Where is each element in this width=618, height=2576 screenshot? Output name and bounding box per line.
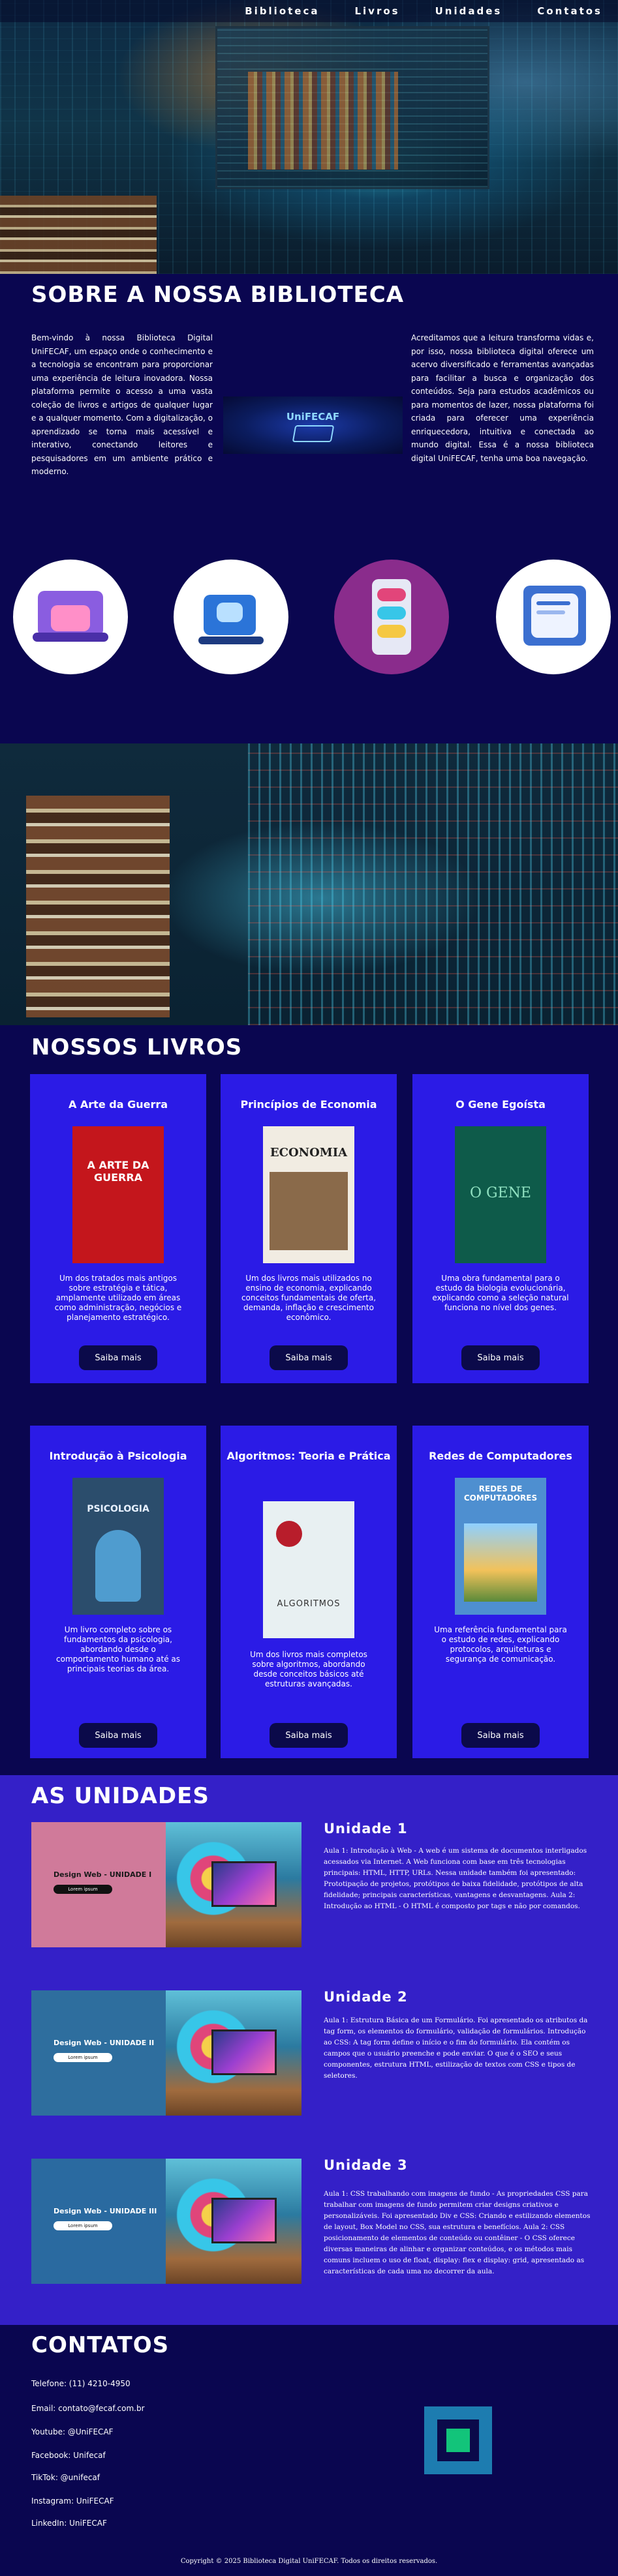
- book-title: Algoritmos: Teoria e Prática: [226, 1450, 391, 1462]
- unit-description: Aula 1: CSS trabalhando com imagens de f…: [324, 2190, 591, 2275]
- footer-copyright: Copyright © 2025 Biblioteca Digital UniF…: [180, 2558, 438, 2565]
- unifecaf-logo: UniFECAF: [223, 397, 403, 454]
- illustration-online-study: [174, 560, 288, 674]
- book-description: Um dos livros mais completos sobre algor…: [250, 1650, 367, 1688]
- book-card: Princípios de Economia ECONOMIA Um dos l…: [221, 1074, 397, 1383]
- book-description: Um dos tratados mais antigos sobre estra…: [54, 1274, 182, 1322]
- unit-title: Unidade 3: [324, 2157, 408, 2173]
- saiba-mais-button[interactable]: Saiba mais: [461, 1345, 540, 1370]
- library-data-banner: [0, 743, 618, 1025]
- contact-phone: Telefone: (11) 4210-4950: [31, 2379, 131, 2388]
- nav-link-contatos[interactable]: Contatos: [537, 5, 602, 17]
- sobre-title: SOBRE A NOSSA BIBLIOTECA: [31, 282, 405, 308]
- unidades-title: AS UNIDADES: [31, 1783, 209, 1809]
- unit-image: Design Web - UNIDADE I Lorem ipsum: [31, 1822, 301, 1947]
- unit-description: Aula 1: Estrutura Básica de um Formulári…: [324, 2016, 588, 2080]
- saiba-mais-button[interactable]: Saiba mais: [79, 1723, 157, 1748]
- unit-image: Design Web - UNIDADE III Lorem ipsum: [31, 2159, 301, 2284]
- nav-link-unidades[interactable]: Unidades: [435, 5, 502, 17]
- unit-title: Unidade 2: [324, 1989, 408, 2005]
- book-card: Redes de Computadores REDES DE COMPUTADO…: [412, 1426, 589, 1758]
- book-title: O Gene Egoísta: [456, 1098, 546, 1111]
- contact-tiktok[interactable]: TikTok: @unifecaf: [31, 2473, 100, 2482]
- nav-link-livros[interactable]: Livros: [354, 5, 399, 17]
- book-card: O Gene Egoísta O GENE Uma obra fundament…: [412, 1074, 589, 1383]
- illustration-reading-laptop: [13, 560, 128, 674]
- book-cover: A ARTE DA GUERRA: [72, 1126, 164, 1263]
- nav-link-biblioteca[interactable]: Biblioteca: [245, 5, 319, 17]
- top-nav: Biblioteca Livros Unidades Contatos: [0, 0, 618, 22]
- livros-title: NOSSOS LIVROS: [31, 1034, 243, 1060]
- book-description: Uma obra fundamental para o estudo da bi…: [432, 1274, 569, 1312]
- sobre-paragraph-left: Bem-vindo à nossa Biblioteca Digital Uni…: [31, 333, 213, 476]
- contatos-title: CONTATOS: [31, 2332, 170, 2358]
- book-title: Redes de Computadores: [429, 1450, 572, 1462]
- book-description: Uma referência fundamental para o estudo…: [434, 1625, 567, 1664]
- book-card: Introdução à Psicologia PSICOLOGIA Um li…: [30, 1426, 206, 1758]
- book-title: Princípios de Economia: [240, 1098, 377, 1111]
- saiba-mais-button[interactable]: Saiba mais: [79, 1345, 157, 1370]
- contact-youtube[interactable]: Youtube: @UniFECAF: [31, 2427, 114, 2436]
- book-title: A Arte da Guerra: [68, 1098, 168, 1111]
- book-description: Um dos livros mais utilizados no ensino …: [241, 1274, 377, 1322]
- hero-banner: [0, 0, 618, 274]
- contact-email[interactable]: Email: contato@fecaf.com.br: [31, 2404, 145, 2413]
- book-card: Algoritmos: Teoria e Prática ALGORITMOS …: [221, 1426, 397, 1758]
- contact-linkedin[interactable]: LinkedIn: UniFECAF: [31, 2519, 107, 2528]
- unit-image: Design Web - UNIDADE II Lorem ipsum: [31, 1990, 301, 2116]
- sobre-paragraph-right: Acreditamos que a leitura transforma vid…: [411, 333, 594, 463]
- saiba-mais-button[interactable]: Saiba mais: [270, 1345, 348, 1370]
- illustration-digital-document: [496, 560, 611, 674]
- book-cover: PSICOLOGIA: [72, 1478, 164, 1615]
- unifecaf-square-logo: [424, 2406, 492, 2474]
- unit-description: Aula 1: Introdução à Web - A web é um si…: [324, 1847, 587, 1910]
- unit-title: Unidade 1: [324, 1821, 408, 1836]
- saiba-mais-button[interactable]: Saiba mais: [270, 1723, 348, 1748]
- book-description: Um livro completo sobre os fundamentos d…: [56, 1625, 180, 1673]
- book-cover: O GENE: [455, 1126, 546, 1263]
- book-cover: ECONOMIA: [263, 1126, 354, 1263]
- illustration-ebook-phone: [334, 560, 449, 674]
- book-title: Introdução à Psicologia: [49, 1450, 187, 1462]
- book-card: A Arte da Guerra A ARTE DA GUERRA Um dos…: [30, 1074, 206, 1383]
- saiba-mais-button[interactable]: Saiba mais: [461, 1723, 540, 1748]
- contact-facebook[interactable]: Facebook: Unifecaf: [31, 2451, 106, 2460]
- book-cover: ALGORITMOS: [263, 1501, 354, 1638]
- book-cover: REDES DE COMPUTADORES: [455, 1478, 546, 1615]
- contact-instagram[interactable]: Instagram: UniFECAF: [31, 2496, 114, 2506]
